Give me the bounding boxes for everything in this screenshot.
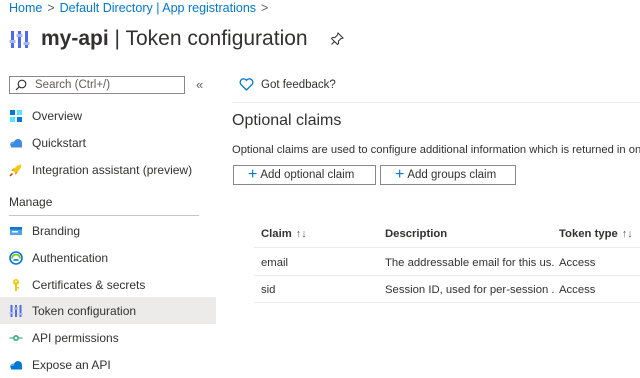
- column-header-label: Token type: [559, 228, 618, 240]
- section-description: Optional claims are used to configure ad…: [232, 144, 640, 156]
- table-divider: [254, 275, 640, 276]
- cell-description: Session ID, used for per-session ...: [385, 284, 555, 296]
- token-config-icon: [9, 304, 23, 318]
- plus-icon: +: [248, 166, 258, 183]
- sidebar-item-label: Expose an API: [32, 357, 111, 372]
- sidebar-item-certificates-secrets[interactable]: Certificates & secrets: [0, 271, 216, 298]
- main-content: Got feedback? Optional claims Optional c…: [232, 70, 640, 372]
- sidebar-item-label: Integration assistant (preview): [32, 162, 193, 177]
- section-divider: [9, 215, 199, 216]
- heart-icon: [239, 78, 254, 91]
- command-bar-divider: [232, 102, 640, 103]
- table-divider: [254, 247, 640, 248]
- page-header: my-api | Token configuration: [9, 25, 344, 53]
- collapse-sidebar-button[interactable]: «: [196, 77, 203, 92]
- expose-api-cloud-icon: [9, 358, 23, 372]
- sidebar-item-label: Overview: [32, 108, 83, 123]
- plus-icon: +: [395, 166, 405, 183]
- sidebar-item-label: Branding: [32, 223, 81, 238]
- page-title: my-api | Token configuration: [41, 27, 308, 51]
- cell-description: The addressable email for this us...: [385, 257, 555, 269]
- column-header-description: Description: [385, 228, 448, 240]
- add-optional-claim-button[interactable]: + Add optional claim: [233, 165, 376, 185]
- section-title: Optional claims: [232, 112, 342, 129]
- add-groups-claim-button[interactable]: + Add groups claim: [380, 165, 516, 185]
- sidebar-item-label: Token configuration: [32, 303, 137, 318]
- sidebar-item-overview[interactable]: Overview: [0, 102, 216, 129]
- search-placeholder: Search (Ctrl+/): [35, 79, 111, 91]
- api-permissions-icon: [9, 331, 23, 345]
- section-header-manage: Manage: [9, 195, 53, 209]
- feedback-button[interactable]: Got feedback?: [239, 78, 336, 91]
- sidebar-item-label: API permissions: [32, 330, 119, 345]
- quickstart-cloud-icon: [9, 136, 23, 150]
- breadcrumb: Home > Default Directory | App registratio…: [9, 1, 273, 15]
- breadcrumb-home[interactable]: Home: [9, 1, 42, 15]
- breadcrumb-app-registrations[interactable]: Default Directory | App registrations: [60, 1, 256, 15]
- pin-icon[interactable]: [330, 32, 344, 46]
- column-header-label: Claim: [261, 228, 292, 240]
- key-icon: [9, 278, 23, 292]
- sort-icon: ↑↓: [295, 228, 307, 240]
- column-header-claim[interactable]: Claim ↑↓: [261, 228, 307, 240]
- cell-token-type: Access: [559, 257, 596, 269]
- token-config-icon: [9, 28, 31, 50]
- authentication-icon: [9, 250, 23, 265]
- sidebar-item-label: Quickstart: [32, 135, 87, 150]
- sidebar-item-quickstart[interactable]: Quickstart: [0, 129, 216, 156]
- title-separator: |: [114, 27, 120, 50]
- overview-icon: [9, 109, 23, 123]
- table-divider: [254, 302, 640, 303]
- sidebar-item-authentication[interactable]: Authentication: [0, 244, 216, 271]
- feedback-label: Got feedback?: [261, 78, 336, 91]
- button-label: Add optional claim: [260, 169, 355, 181]
- sidebar-item-integration-assistant[interactable]: Integration assistant (preview): [0, 156, 216, 183]
- cell-claim: sid: [261, 284, 276, 296]
- button-label: Add groups claim: [407, 169, 497, 181]
- cell-token-type: Access: [559, 284, 596, 296]
- sidebar-item-token-configuration[interactable]: Token configuration: [0, 297, 216, 324]
- sidebar-item-label: Authentication: [32, 250, 109, 265]
- column-header-token-type[interactable]: Token type ↑↓: [559, 228, 633, 240]
- breadcrumb-separator: >: [47, 1, 55, 15]
- sidebar-item-expose-an-api[interactable]: Expose an API: [0, 351, 216, 378]
- sidebar-item-label: Certificates & secrets: [32, 277, 146, 292]
- search-icon: [15, 79, 27, 91]
- rocket-icon: [9, 163, 23, 177]
- breadcrumb-separator: >: [261, 1, 269, 15]
- search-input[interactable]: Search (Ctrl+/): [9, 76, 185, 94]
- app-name: my-api: [41, 27, 109, 50]
- sort-icon: ↑↓: [621, 228, 633, 240]
- sidebar-item-api-permissions[interactable]: API permissions: [0, 324, 216, 351]
- cell-claim: email: [261, 257, 288, 269]
- branding-icon: [9, 224, 23, 238]
- page-name: Token configuration: [125, 27, 308, 50]
- sidebar: Search (Ctrl+/) « Overview Quickstart In…: [0, 70, 216, 372]
- sidebar-item-branding[interactable]: Branding: [0, 217, 216, 244]
